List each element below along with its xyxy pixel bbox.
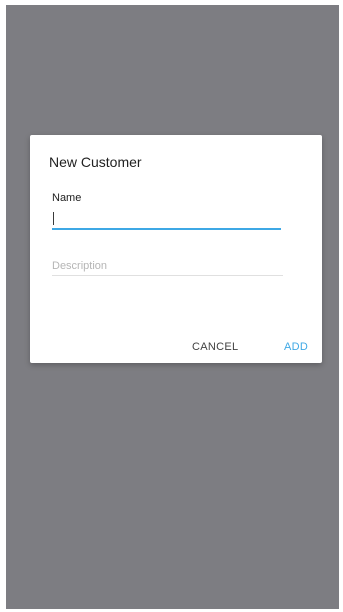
cancel-button[interactable]: CANCEL: [192, 341, 238, 353]
dialog-title: New Customer: [49, 154, 142, 170]
text-cursor: [53, 212, 54, 225]
description-input[interactable]: [52, 257, 283, 276]
app-screen: New Customer Name CANCEL ADD: [6, 5, 339, 609]
add-button[interactable]: ADD: [284, 341, 308, 353]
new-customer-dialog: New Customer Name CANCEL ADD: [30, 135, 322, 363]
name-input[interactable]: [52, 208, 281, 230]
name-field-label: Name: [52, 192, 82, 204]
